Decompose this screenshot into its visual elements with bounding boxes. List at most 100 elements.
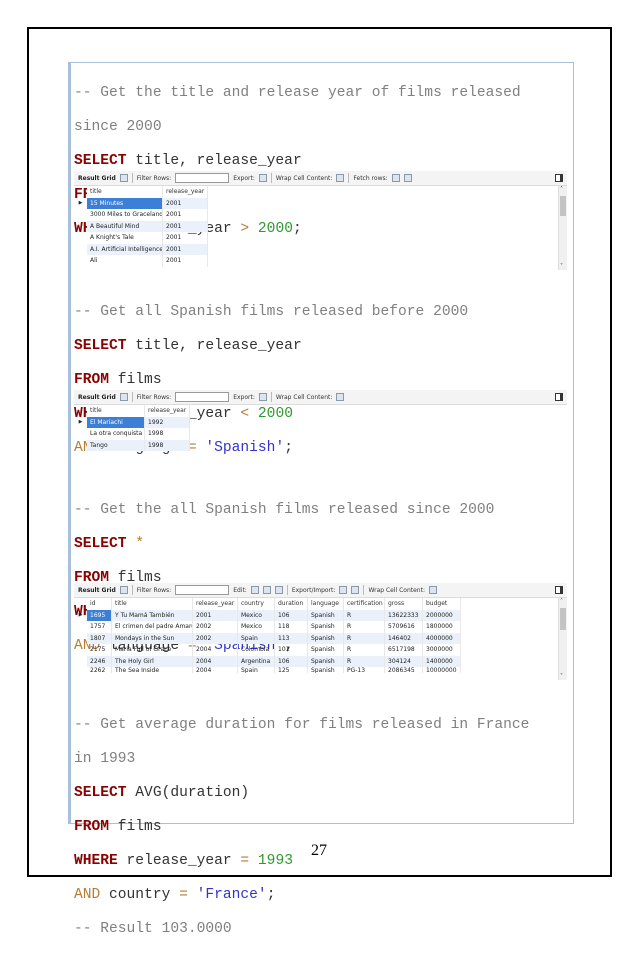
result-grid-tab[interactable]: Result Grid [78, 175, 116, 182]
table-cell[interactable]: 2004 [193, 655, 238, 667]
table-row[interactable]: 2246 The Holy Girl 2004 Argentina 106 Sp… [74, 655, 567, 667]
table-cell[interactable]: 2001 [163, 255, 208, 267]
scrollbar-thumb[interactable] [560, 608, 566, 630]
table-cell[interactable]: 1400000 [423, 655, 461, 667]
insert-row-icon[interactable] [262, 586, 271, 594]
column-header[interactable]: budget [423, 598, 461, 610]
table-cell[interactable]: The Holy Girl [112, 655, 193, 667]
table-row[interactable]: La otra conquista 1998 [74, 428, 567, 440]
column-header[interactable]: certification [344, 598, 385, 610]
table-cell[interactable]: PG-13 [344, 667, 385, 673]
table-cell[interactable]: 113 [275, 632, 308, 644]
table-cell[interactable]: 3000 Miles to Graceland [87, 209, 163, 221]
table-row[interactable]: ▶ 15 Minutes 2001 [74, 197, 567, 209]
table-cell[interactable]: R [344, 632, 385, 644]
table-cell[interactable]: 101 [275, 644, 308, 656]
wrap-icon[interactable] [336, 393, 345, 401]
table-cell[interactable]: 1998 [145, 439, 190, 451]
table-cell[interactable]: R [344, 655, 385, 667]
table-cell[interactable]: A.I. Artificial Intelligence [87, 243, 163, 255]
scroll-up-icon[interactable]: ˄ [560, 598, 563, 605]
table-cell[interactable]: Maria Full of Grace [112, 644, 193, 656]
column-header[interactable]: release_year [193, 598, 238, 610]
table-row[interactable]: 2175 Maria Full of Grace 2004 Colombia 1… [74, 644, 567, 656]
wrap-icon[interactable] [428, 586, 437, 594]
table-cell[interactable]: 2002 [193, 632, 238, 644]
fetch-all-icon[interactable] [403, 174, 412, 182]
panel-toggle-icon[interactable] [555, 586, 563, 594]
table-cell[interactable]: 15 Minutes [87, 197, 163, 209]
column-header[interactable]: duration [275, 598, 308, 610]
table-cell[interactable]: 2246 [87, 655, 112, 667]
table-cell[interactable]: 1695 [87, 609, 112, 621]
filter-rows-input[interactable] [175, 585, 230, 595]
table-cell[interactable]: Spain [238, 632, 275, 644]
table-row[interactable]: 1807 Mondays in the Sun 2002 Spain 113 S… [74, 632, 567, 644]
filter-rows-input[interactable] [175, 392, 230, 402]
table-cell[interactable]: Spanish [308, 667, 344, 673]
table-row[interactable]: Tango 1998 [74, 439, 567, 451]
table-cell[interactable]: 304124 [385, 655, 423, 667]
table-cell[interactable]: 10000000 [423, 667, 461, 673]
table-cell[interactable]: R [344, 609, 385, 621]
export-icon[interactable] [339, 586, 348, 594]
column-header[interactable]: release_year [145, 405, 190, 417]
table-cell[interactable]: 106 [275, 655, 308, 667]
result-grid-tab[interactable]: Result Grid [78, 394, 116, 401]
table-cell[interactable]: 2004 [193, 667, 238, 673]
column-header[interactable]: title [112, 598, 193, 610]
column-header[interactable]: gross [385, 598, 423, 610]
table-cell[interactable]: A Knight's Tale [87, 232, 163, 244]
column-header[interactable]: language [308, 598, 344, 610]
table-row[interactable]: ▶ 1695 Y Tu Mamá También 2001 Mexico 106… [74, 609, 567, 621]
result-grid-tab[interactable]: Result Grid [78, 587, 116, 594]
delete-row-icon[interactable] [274, 586, 283, 594]
wrap-icon[interactable] [336, 174, 345, 182]
table-cell[interactable]: 125 [275, 667, 308, 673]
table-row[interactable]: 1757 El crimen del padre Amaro 2002 Mexi… [74, 621, 567, 633]
table-row[interactable]: A.I. Artificial Intelligence 2001 [74, 243, 567, 255]
column-header[interactable]: title [87, 186, 163, 198]
table-cell[interactable]: The Sea Inside [112, 667, 193, 673]
table-cell[interactable]: 2004 [193, 644, 238, 656]
table-cell[interactable]: 2001 [193, 609, 238, 621]
edit-row-icon[interactable] [250, 586, 259, 594]
table-cell[interactable]: Spanish [308, 632, 344, 644]
table-cell[interactable]: R [344, 621, 385, 633]
table-cell[interactable]: 106 [275, 609, 308, 621]
table-row[interactable]: 2262 The Sea Inside 2004 Spain 125 Spani… [74, 667, 567, 673]
table-cell[interactable]: Tango [87, 439, 145, 451]
table-cell[interactable]: Spanish [308, 644, 344, 656]
table-cell[interactable]: Colombia [238, 644, 275, 656]
grid-icon[interactable] [119, 393, 128, 401]
table-row[interactable]: A Beautiful Mind 2001 [74, 220, 567, 232]
table-cell[interactable]: 146402 [385, 632, 423, 644]
scrollbar-thumb[interactable] [560, 196, 566, 216]
table-cell[interactable]: Ali [87, 255, 163, 267]
table-cell[interactable]: R [344, 644, 385, 656]
table-cell[interactable]: 2001 [163, 220, 208, 232]
scroll-up-icon[interactable]: ˄ [560, 186, 563, 193]
table-cell[interactable]: 1998 [145, 428, 190, 440]
table-cell[interactable]: 1807 [87, 632, 112, 644]
vertical-scrollbar[interactable]: ˄ ˅ [558, 186, 567, 270]
table-cell[interactable]: 2001 [163, 243, 208, 255]
panel-toggle-icon[interactable] [555, 174, 563, 182]
table-cell[interactable]: Spanish [308, 621, 344, 633]
table-cell[interactable]: Mexico [238, 621, 275, 633]
table-cell[interactable]: Spanish [308, 655, 344, 667]
table-cell[interactable]: 2262 [87, 667, 112, 673]
vertical-scrollbar[interactable]: ˄ ˅ [558, 598, 567, 680]
table-row[interactable]: ▶ El Mariachi 1992 [74, 416, 567, 428]
table-cell[interactable]: 6517198 [385, 644, 423, 656]
table-cell[interactable]: A Beautiful Mind [87, 220, 163, 232]
table-cell[interactable]: Y Tu Mamá También [112, 609, 193, 621]
fetch-next-icon[interactable] [391, 174, 400, 182]
column-header[interactable]: country [238, 598, 275, 610]
table-cell[interactable]: Spanish [308, 609, 344, 621]
export-icon[interactable] [258, 393, 267, 401]
table-cell[interactable]: 1800000 [423, 621, 461, 633]
table-row[interactable]: A Knight's Tale 2001 [74, 232, 567, 244]
column-header[interactable]: id [87, 598, 112, 610]
table-row[interactable]: Ali 2001 [74, 255, 567, 267]
